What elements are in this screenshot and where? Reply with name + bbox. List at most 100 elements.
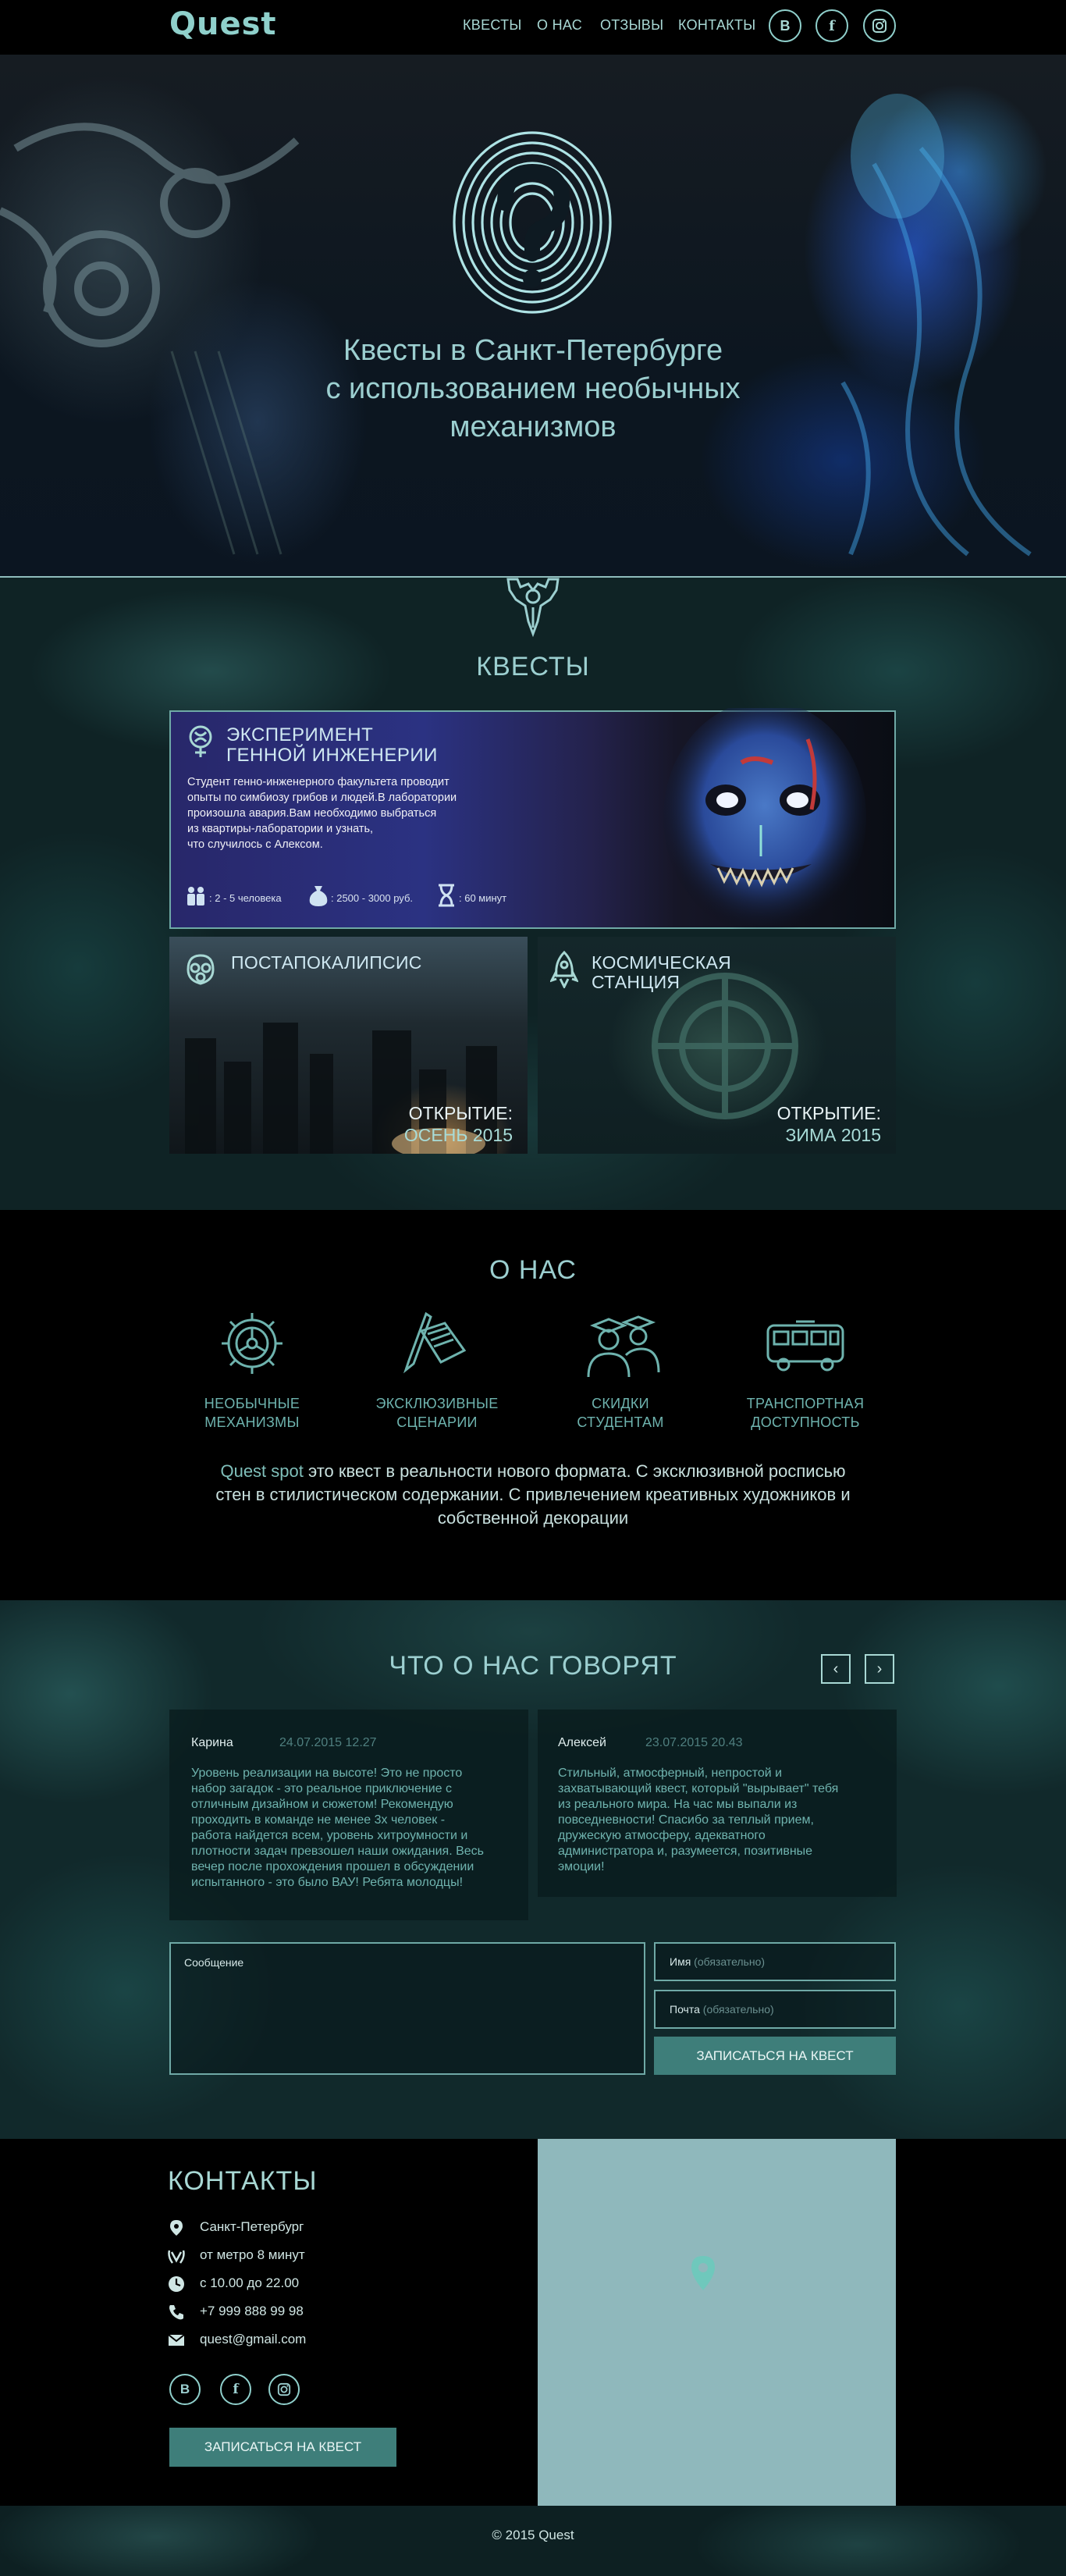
money-bag-icon	[309, 886, 328, 906]
hero-headline: Квесты в Санкт-Петербурге с использовани…	[260, 332, 806, 447]
review-line: администратора и, разумеется, позитивные	[558, 1845, 813, 1858]
feature-line: НЕОБЫЧНЫЕ	[204, 1396, 300, 1411]
review-text: Стильный, атмосферный, непростой и захва…	[558, 1766, 878, 1875]
feature-line: ТРАНСПОРТНАЯ	[746, 1396, 865, 1411]
about-brand: Quest spot	[220, 1461, 304, 1481]
name-input-label: Имя (обязательно)	[670, 1955, 765, 1968]
review-line: отличным дизайном и сюжетом! Рекомендую	[191, 1798, 453, 1811]
review-line: из реального мира. На час мы выпали из	[558, 1798, 798, 1811]
review-date: 23.07.2015 20.43	[645, 1736, 743, 1749]
nav-contacts[interactable]: КОНТАКТЫ	[678, 17, 756, 34]
postapocalypse-title: ПОСТАПОКАЛИПСИС	[231, 952, 422, 973]
email-hint: (обязательно)	[702, 2003, 774, 2016]
people-icon	[187, 887, 204, 906]
contact-phone[interactable]: +7 999 888 99 98	[200, 2304, 304, 2319]
copyright: © 2015 Quest	[492, 2528, 574, 2542]
hero-line-2: с использованием необычных	[325, 372, 741, 405]
review-date: 24.07.2015 12.27	[279, 1736, 377, 1749]
review-line: Уровень реализации на высоте! Это не про…	[191, 1767, 463, 1780]
reviews-next-button[interactable]: ›	[865, 1654, 894, 1684]
top-navbar: Quest КВЕСТЫ О НАС ОТЗЫВЫ КОНТАКТЫ В f	[0, 0, 1066, 55]
book-quest-button[interactable]: ЗАПИСАТЬСЯ НА КВЕСТ	[654, 2037, 896, 2075]
vk-icon[interactable]: В	[169, 2374, 201, 2405]
opening-label: ОТКРЫТИЕ:	[776, 1103, 881, 1123]
reviewer-name: Карина	[191, 1736, 233, 1749]
feature-line: СЦЕНАРИИ	[396, 1414, 478, 1430]
hero-line-3: механизмов	[449, 411, 617, 443]
hero-line-1: Квесты в Санкт-Петербурге	[343, 334, 723, 367]
genetic-people: : 2 - 5 человека	[209, 892, 282, 904]
review-line: проходить в команде не менее 3х человек …	[191, 1813, 446, 1827]
genetic-desc-line: Студент генно-инженерного факультета про…	[187, 776, 449, 788]
genetic-duration: : 60 минут	[459, 892, 507, 904]
contact-hours: с 10.00 до 22.00	[200, 2275, 300, 2290]
mail-icon	[168, 2334, 185, 2346]
feature-line: МЕХАНИЗМЫ	[204, 1414, 300, 1430]
students-icon	[587, 1315, 660, 1378]
genetic-desc-line: из квартиры-лаборатории и узнать,	[187, 823, 374, 835]
review-line: повседневности! Спасибо за теплый прием,	[558, 1813, 814, 1827]
review-line: испытанного - это было ВАУ! Ребята молод…	[191, 1876, 464, 1889]
nav-about[interactable]: О НАС	[537, 17, 582, 34]
metro-icon	[168, 2250, 185, 2264]
space-station-opening: ОТКРЫТИЕ: ЗИМА 2015	[694, 1102, 881, 1146]
map-pin-icon[interactable]	[690, 2254, 716, 2292]
feature-line: ДОСТУПНОСТЬ	[751, 1414, 860, 1430]
genetic-description: Студент генно-инженерного факультета про…	[187, 774, 523, 852]
nav-reviews[interactable]: ОТЗЫВЫ	[600, 17, 663, 34]
review-line: работа найдется всем, уровень хитроумнос…	[191, 1829, 468, 1842]
opening-season: ОСЕНЬ 2015	[403, 1125, 513, 1145]
logo[interactable]: Quest	[169, 6, 277, 42]
bus-icon	[766, 1320, 844, 1372]
feature-line: СТУДЕНТАМ	[577, 1414, 664, 1430]
reviews-prev-button[interactable]: ‹	[821, 1654, 851, 1684]
review-line: дружескую атмосферу, адекватного	[558, 1829, 766, 1842]
space-station-title: КОСМИЧЕСКАЯ СТАНЦИЯ	[592, 953, 731, 992]
review-line: вечер после прохождения прошел в обсужде…	[191, 1860, 474, 1873]
feature-label-mechanisms: НЕОБЫЧНЫЕ МЕХАНИЗМЫ	[174, 1394, 330, 1432]
contact-metro: от метро 8 минут	[200, 2247, 305, 2262]
contacts-book-quest-button[interactable]: ЗАПИСАТЬСЯ НА КВЕСТ	[169, 2428, 396, 2467]
map[interactable]	[538, 2139, 896, 2506]
about-title: О НАС	[489, 1255, 577, 1285]
feature-line: СКИДКИ	[592, 1396, 649, 1411]
contact-email[interactable]: quest@gmail.com	[200, 2332, 306, 2347]
vk-icon[interactable]: В	[769, 9, 801, 42]
reviewer-name: Алексей	[558, 1736, 606, 1749]
phone-icon	[169, 2305, 183, 2320]
hero-banner: Квесты в Санкт-Петербурге с использовани…	[0, 55, 1066, 578]
contacts-title: КОНТАКТЫ	[168, 2166, 318, 2196]
review-line: плотности задач превзошел наши ожидания.…	[191, 1845, 484, 1858]
clock-icon	[169, 2276, 184, 2292]
contact-city: Санкт-Петербург	[200, 2219, 304, 2234]
postapocalypse-opening: ОТКРЫТИЕ: ОСЕНЬ 2015	[325, 1102, 513, 1146]
email-input-label: Почта (обязательно)	[670, 2003, 774, 2016]
feature-label-transport: ТРАНСПОРТНАЯ ДОСТУПНОСТЬ	[727, 1394, 883, 1432]
email-label: Почта	[670, 2003, 700, 2016]
space-title-line: КОСМИЧЕСКАЯ	[592, 952, 732, 973]
feature-label-discounts: СКИДКИ СТУДЕНТАМ	[542, 1394, 698, 1432]
location-pin-icon	[170, 2220, 183, 2236]
instagram-icon[interactable]	[268, 2374, 300, 2405]
about-description: Quest spot это квест в реальности нового…	[205, 1460, 861, 1530]
about-text-body: это квест в реальности нового формата. С…	[215, 1461, 851, 1528]
nav-quests[interactable]: КВЕСТЫ	[463, 17, 522, 34]
gas-mask-icon	[187, 954, 215, 985]
name-hint: (обязательно)	[694, 1955, 766, 1968]
space-title-line: СТАНЦИЯ	[592, 972, 680, 992]
contacts-section	[0, 2139, 1066, 2506]
page: Quest КВЕСТЫ О НАС ОТЗЫВЫ КОНТАКТЫ В f К…	[0, 0, 1066, 2576]
dna-brain-icon	[189, 725, 212, 757]
opening-label: ОТКРЫТИЕ:	[408, 1103, 513, 1123]
gear-icon	[222, 1313, 282, 1374]
feature-line: ЭКСКЛЮЗИВНЫЕ	[375, 1396, 499, 1411]
hourglass-icon	[439, 884, 454, 907]
message-label: Сообщение	[184, 1956, 244, 1969]
facebook-icon[interactable]: f	[815, 9, 848, 42]
genetic-price: : 2500 - 3000 руб.	[331, 892, 414, 904]
review-line: Стильный, атмосферный, непростой и	[558, 1767, 783, 1780]
fingerprint-question-icon	[453, 131, 612, 314]
rocket-icon	[550, 951, 578, 988]
instagram-icon[interactable]	[863, 9, 896, 42]
facebook-icon[interactable]: f	[220, 2374, 251, 2405]
